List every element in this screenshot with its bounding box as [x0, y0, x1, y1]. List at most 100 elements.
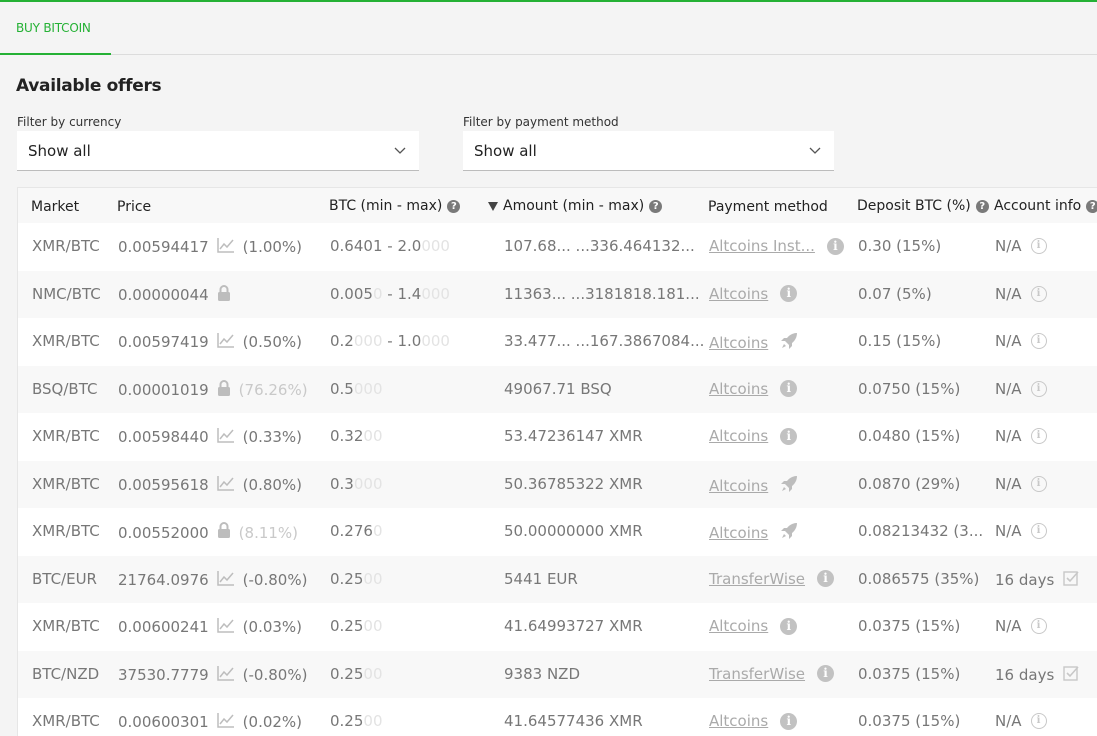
rocket-icon: [780, 332, 798, 354]
payment-method-link[interactable]: Altcoins: [709, 712, 768, 730]
amount-value: 33.477... ...167.3867084...: [504, 332, 705, 350]
offers-table: Market Price BTC (min - max)? Amount (mi…: [17, 187, 1097, 736]
payment-method-link[interactable]: Altcoins: [709, 427, 768, 445]
rocket-icon: [780, 522, 798, 544]
info-icon[interactable]: i: [826, 237, 844, 255]
deposit-value: 0.0750 (15%): [858, 379, 961, 398]
payment-method-cell: Altcoins: [709, 522, 798, 544]
price-value: 0.00600301: [118, 713, 209, 731]
help-icon[interactable]: ?: [447, 199, 461, 213]
payment-method-link[interactable]: Altcoins: [709, 334, 768, 352]
deposit-cell: 0.0375 (15%): [858, 665, 960, 683]
btc-min-value: 0.6401: [330, 237, 383, 255]
payment-method-cell: Altcoins i: [709, 427, 798, 445]
payment-method-link[interactable]: Altcoins Inst...: [709, 237, 815, 255]
help-icon[interactable]: ?: [649, 199, 663, 213]
tab-buy-bitcoin[interactable]: BUY BITCOIN: [0, 2, 111, 55]
column-btc[interactable]: BTC (min - max)?: [329, 198, 461, 214]
btc-min-value: 0.32: [330, 427, 364, 445]
payment-method-cell: Altcoins Inst... i: [709, 237, 844, 255]
info-icon[interactable]: i: [780, 427, 798, 445]
info-circle-icon[interactable]: i: [1030, 380, 1047, 397]
lock-icon: [217, 379, 231, 401]
payment-method-link[interactable]: Altcoins: [709, 285, 768, 303]
currency-filter-label: Filter by currency: [17, 115, 122, 129]
deposit-value: 0.15 (15%): [858, 332, 942, 350]
payment-method-link[interactable]: Altcoins: [709, 477, 768, 495]
table-row[interactable]: XMR/BTC 0.00597419 (0.50%) 0.2 000 - 1.0 000 3…: [18, 318, 1097, 365]
page-title: Available offers: [16, 76, 162, 96]
table-row[interactable]: NMC/BTC 0.00000044 0.005 0 - 1.4 000 11363...…: [18, 270, 1097, 318]
amount-value: 53.47236147 XMR: [504, 427, 643, 445]
btc-range-cell: 0.25 00: [330, 665, 383, 683]
payment-method-link[interactable]: TransferWise: [709, 570, 805, 588]
info-circle-icon[interactable]: i: [1030, 333, 1047, 349]
btc-min-value: 0.25: [330, 569, 364, 588]
price-cell: 0.00595618 (0.80%): [118, 475, 302, 495]
column-amount[interactable]: Amount (min - max)?: [488, 198, 663, 214]
column-market[interactable]: Market: [31, 199, 79, 215]
table-row[interactable]: BSQ/BTC 0.00001019 (76.26%) 0.5 000 49067.71 …: [18, 365, 1097, 413]
payment-method-link[interactable]: TransferWise: [709, 665, 805, 683]
info-circle-icon[interactable]: i: [1030, 428, 1047, 444]
deposit-value: 0.0480 (15%): [858, 427, 961, 445]
amount-value: 41.64993727 XMR: [504, 617, 643, 635]
info-circle-icon[interactable]: i: [1030, 713, 1047, 729]
payment-filter-select[interactable]: Show all: [463, 131, 834, 171]
info-icon[interactable]: i: [780, 712, 798, 730]
table-row[interactable]: XMR/BTC 0.00552000 (8.11%) 0.276 0 50.0000000…: [18, 508, 1097, 555]
price-percentage: (0.03%): [242, 618, 303, 636]
column-price-label: Price: [117, 199, 152, 215]
table-row[interactable]: BTC/EUR 21764.0976 (-0.80%) 0.25 00 5441 EUR T…: [18, 555, 1097, 603]
payment-filter-label: Filter by payment method: [463, 115, 619, 129]
btc-range-cell: 0.6401 - 2.0 000: [330, 237, 450, 255]
info-circle-icon[interactable]: i: [1030, 475, 1047, 492]
info-icon[interactable]: i: [780, 617, 798, 635]
column-price[interactable]: Price: [117, 199, 151, 215]
checkbox-icon[interactable]: [1063, 570, 1079, 590]
info-circle-icon[interactable]: i: [1030, 523, 1047, 539]
payment-method-link[interactable]: Altcoins: [709, 380, 768, 398]
info-icon[interactable]: i: [817, 570, 835, 587]
table-row[interactable]: XMR/BTC 0.00595618 (0.80%) 0.3 000 50.3678532…: [18, 460, 1097, 508]
amount-cell: 53.47236147 XMR: [504, 427, 643, 445]
currency-filter-select[interactable]: Show all: [17, 131, 419, 171]
btc-min-trailing-zeros: 00: [363, 427, 383, 445]
table-row[interactable]: XMR/BTC 0.00594417 (1.00%) 0.6401 - 2.0 000 1…: [18, 223, 1097, 270]
info-circle-icon[interactable]: i: [1030, 238, 1047, 254]
info-icon[interactable]: i: [780, 285, 798, 302]
help-icon[interactable]: ?: [975, 199, 989, 213]
payment-filter-value: Show all: [474, 142, 537, 160]
deposit-cell: 0.15 (15%): [858, 332, 941, 350]
account-info-cell: N/A i: [995, 332, 1047, 350]
payment-method-link[interactable]: Altcoins: [709, 617, 768, 635]
info-icon[interactable]: i: [817, 665, 835, 682]
rocket-icon: [780, 475, 798, 497]
column-account[interactable]: Account info?: [994, 198, 1097, 214]
column-account-label: Account info: [994, 198, 1082, 214]
payment-method-link[interactable]: Altcoins: [709, 524, 768, 542]
info-icon[interactable]: i: [780, 380, 798, 397]
info-circle-icon[interactable]: i: [1030, 285, 1047, 302]
table-row[interactable]: XMR/BTC 0.00600301 (0.02%) 0.25 00 41.6457743…: [18, 698, 1097, 736]
help-icon[interactable]: ?: [1086, 199, 1097, 213]
deposit-value: 0.30 (15%): [858, 237, 942, 255]
account-info-value: N/A: [995, 237, 1022, 255]
table-row[interactable]: XMR/BTC 0.00600241 (0.03%) 0.25 00 41.6499372…: [18, 603, 1097, 650]
account-info-cell: N/A i: [995, 237, 1047, 255]
price-value: 0.00600241: [118, 618, 209, 636]
table-row[interactable]: BTC/NZD 37530.7779 (-0.80%) 0.25 00 9383 NZD T…: [18, 650, 1097, 698]
btc-min-value: 0.25: [330, 712, 364, 730]
column-payment[interactable]: Payment method: [708, 199, 828, 215]
btc-max-trailing-zeros: 000: [421, 284, 450, 303]
checkbox-icon[interactable]: [1063, 665, 1079, 685]
account-info-value: N/A: [995, 427, 1022, 445]
btc-max-value: 1.0: [397, 332, 422, 350]
account-info-value: N/A: [995, 284, 1022, 303]
sort-descending-icon: [488, 201, 498, 211]
column-deposit[interactable]: Deposit BTC (%)?: [857, 198, 989, 214]
info-circle-icon[interactable]: i: [1030, 618, 1047, 634]
btc-min-trailing-zeros: 00: [363, 664, 383, 683]
btc-max-value: 1.4: [397, 284, 422, 303]
table-row[interactable]: XMR/BTC 0.00598440 (0.33%) 0.32 00 53.4723614…: [18, 413, 1097, 460]
